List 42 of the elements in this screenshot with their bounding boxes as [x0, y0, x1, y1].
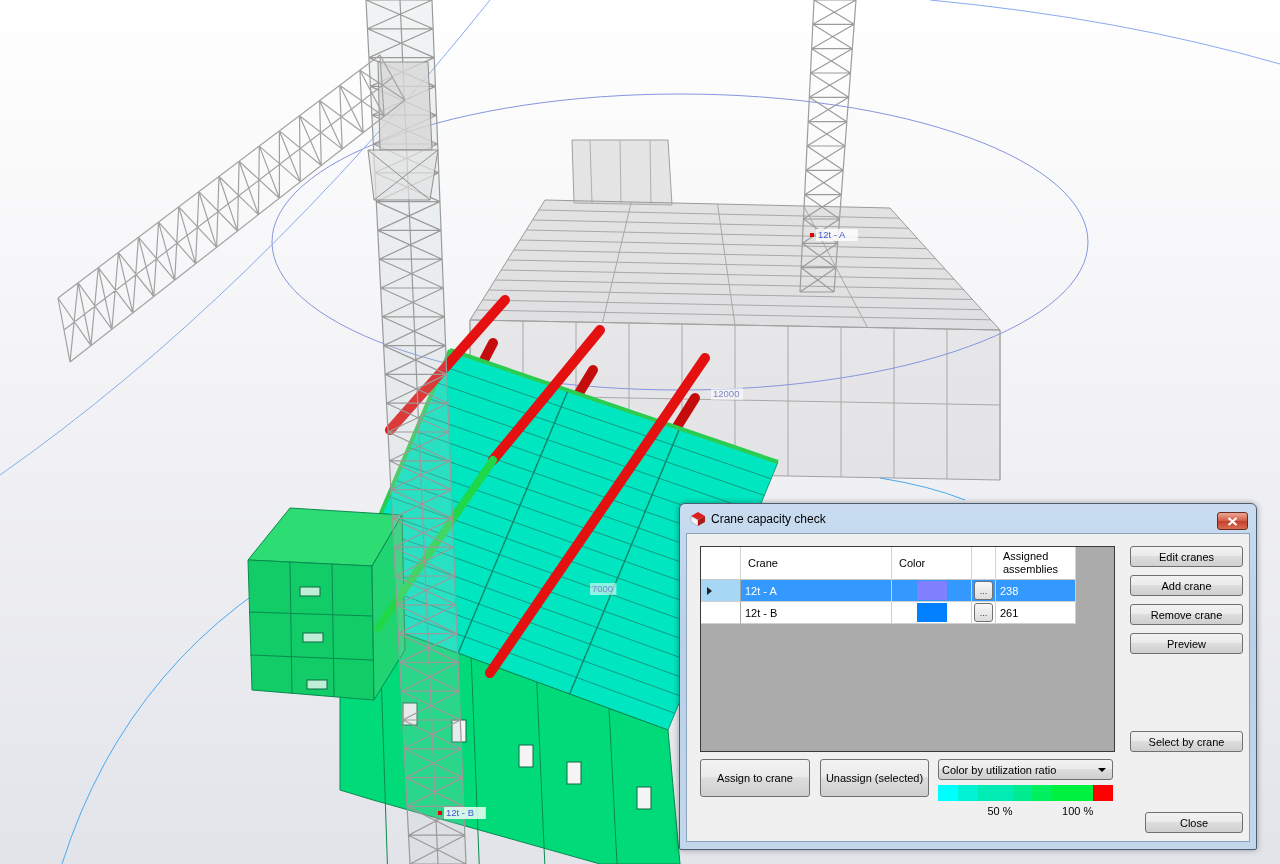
legend-label: 50 % — [987, 805, 1013, 817]
select-by-crane-button[interactable]: Select by crane — [1130, 731, 1243, 752]
action-button[interactable]: Remove crane — [1130, 604, 1243, 625]
table-row[interactable]: 12t - A ... 238 — [701, 580, 1076, 602]
building-window — [566, 761, 582, 785]
dimension-label: 7000 — [590, 583, 617, 595]
crane-label: 12t - B — [444, 807, 486, 819]
crane-label: 12t - A — [816, 229, 858, 241]
building-window — [299, 586, 321, 597]
crane-marker-icon — [810, 233, 814, 237]
dimension-label: 12000 — [711, 388, 743, 400]
column-header[interactable]: Crane — [741, 547, 892, 580]
window-title: Crane capacity check — [711, 511, 826, 526]
table-cell: 261 — [996, 602, 1076, 624]
close-icon — [1227, 516, 1238, 526]
building-window — [302, 632, 324, 643]
column-header[interactable]: Color — [892, 547, 972, 580]
action-button[interactable]: Add crane — [1130, 575, 1243, 596]
table-cell: 12t - B — [741, 602, 892, 624]
legend-label: 100 % — [1062, 805, 1094, 817]
column-header — [701, 547, 741, 580]
browse-button[interactable]: ... — [974, 603, 993, 622]
action-button[interactable]: Edit cranes — [1130, 546, 1243, 567]
assign-button[interactable]: Assign to crane — [700, 759, 810, 797]
window-close-button[interactable] — [1217, 512, 1248, 530]
browse-button[interactable]: ... — [974, 581, 993, 600]
crane-marker-icon — [438, 811, 442, 815]
action-button[interactable]: Preview — [1130, 633, 1243, 654]
caret-icon — [1098, 767, 1106, 772]
table-row[interactable]: 12t - B ... 261 — [701, 602, 1076, 624]
unassign-button[interactable]: Unassign (selected) — [820, 759, 929, 797]
cube-icon — [690, 510, 706, 527]
building-window — [636, 786, 652, 810]
row-header[interactable] — [701, 580, 741, 602]
building-window — [518, 744, 534, 768]
close-button[interactable]: Close — [1145, 812, 1243, 833]
current-row-icon — [707, 586, 712, 595]
dropdown[interactable]: Color by utilization ratio — [938, 759, 1113, 780]
row-header[interactable] — [701, 602, 741, 624]
building-window — [306, 679, 328, 690]
column-header — [972, 547, 996, 580]
column-header[interactable]: Assigned assemblies — [996, 547, 1076, 580]
